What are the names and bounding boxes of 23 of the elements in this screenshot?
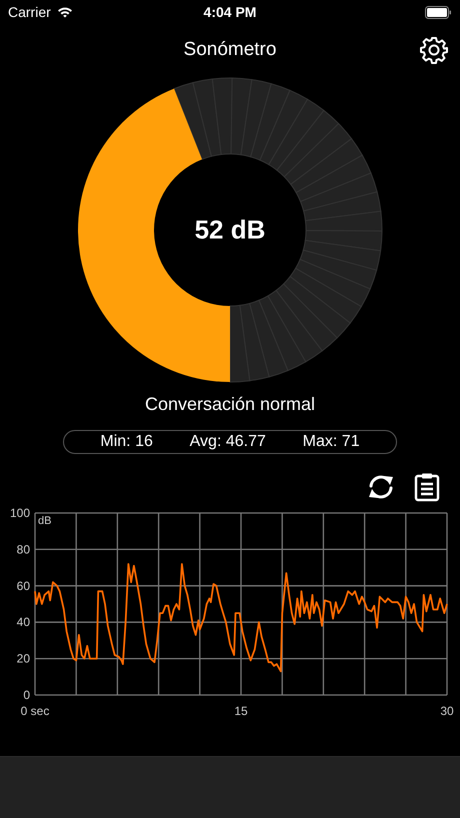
clock-time: 4:04 PM — [204, 4, 256, 20]
axis-label: 60 — [16, 578, 30, 593]
settings-icon[interactable] — [420, 36, 448, 64]
axis-label: 30 — [440, 704, 454, 718]
refresh-icon[interactable] — [366, 474, 396, 500]
axis-label: 100 — [10, 506, 30, 520]
axis-label: 40 — [16, 615, 30, 630]
stat-value: Min: 16 — [100, 433, 153, 451]
stat-value: Max: 71 — [302, 433, 360, 451]
sound-level-reading: 52 dB — [194, 214, 266, 246]
series-label: dB — [38, 515, 52, 527]
battery-icon — [424, 6, 452, 18]
axis-label: 20 — [16, 652, 30, 666]
clipboard-icon[interactable] — [414, 472, 440, 502]
axis-label: 15 — [234, 704, 248, 718]
axis-label: 0 sec — [20, 704, 50, 718]
axis-label: 80 — [16, 542, 30, 556]
wifi-icon — [56, 6, 73, 18]
screen-title: Sonómetro — [184, 39, 276, 61]
stat-value: Avg: 46.77 — [190, 433, 266, 451]
level-description: Conversación normal — [144, 394, 316, 416]
axis-label: 0 — [23, 688, 30, 702]
carrier-label: Carrier — [8, 4, 51, 20]
